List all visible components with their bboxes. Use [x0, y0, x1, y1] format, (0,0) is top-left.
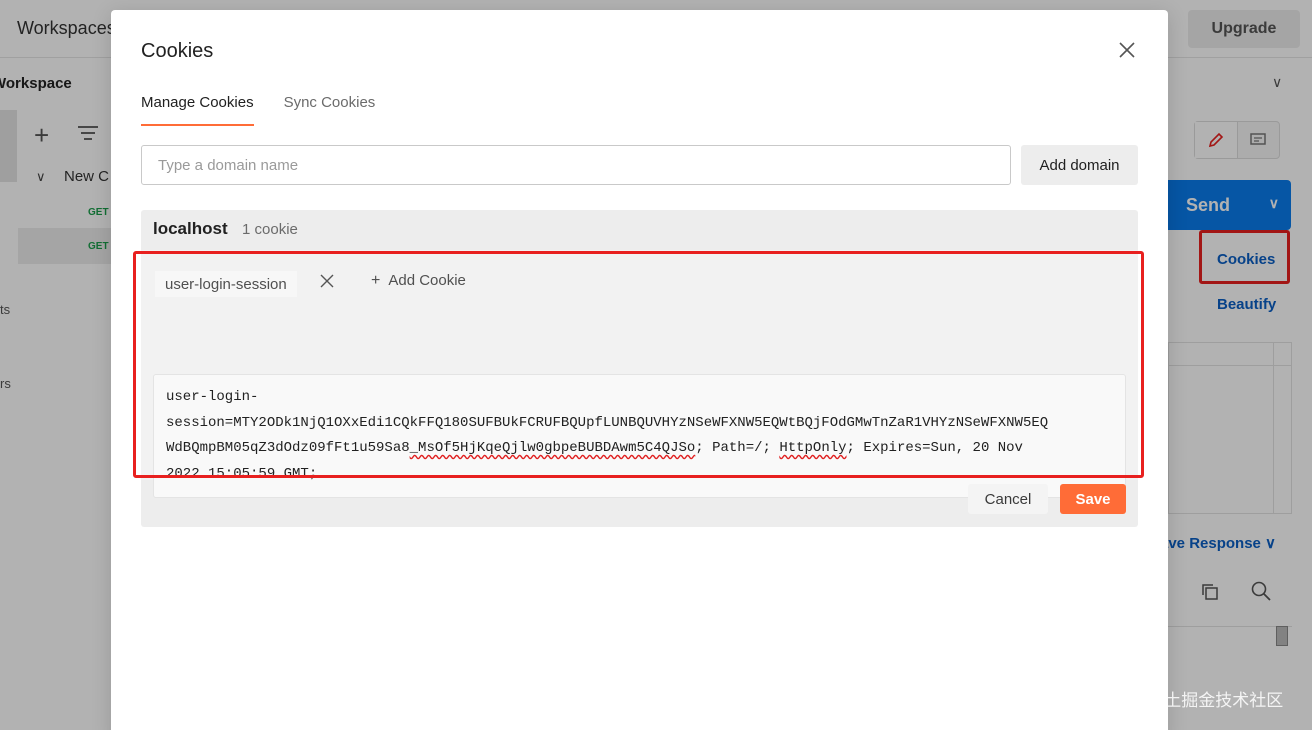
add-domain-button[interactable]: Add domain — [1021, 145, 1138, 185]
watermark: @稀土掘金技术社区 — [1130, 691, 1284, 710]
cookie-text-line: user-login- — [166, 389, 259, 405]
modal-title: Cookies — [141, 40, 214, 62]
cookie-text-segment: ; Path=/; — [695, 440, 780, 456]
close-icon[interactable] — [319, 273, 335, 289]
close-icon[interactable] — [1117, 40, 1137, 60]
save-button[interactable]: Save — [1060, 484, 1126, 514]
spellcheck-segment: HttpOnly — [779, 440, 847, 456]
tab-sync-cookies[interactable]: Sync Cookies — [284, 94, 376, 126]
plus-icon: + — [371, 272, 381, 289]
cookie-chip[interactable]: user-login-session — [155, 271, 297, 297]
cancel-button[interactable]: Cancel — [968, 484, 1048, 514]
add-cookie-button[interactable]: + Add Cookie — [371, 272, 466, 290]
add-cookie-label: Add Cookie — [388, 272, 466, 289]
domain-section: localhost 1 cookie user-login-session + A… — [141, 210, 1138, 527]
cookie-value-editor[interactable]: user-login- session=MTY2ODk1NjQ1OXxEdi1C… — [153, 374, 1126, 498]
domain-name: localhost — [153, 219, 228, 238]
tab-manage-cookies[interactable]: Manage Cookies — [141, 94, 254, 126]
cookie-text-segment: WdBQmpBM05qZ3dOdz09fFt1u59Sa8 — [166, 440, 410, 456]
modal-tabs: Manage Cookies Sync Cookies — [141, 94, 405, 126]
cookie-chip-label: user-login-session — [165, 275, 287, 293]
cookie-count: 1 cookie — [242, 221, 298, 238]
cookie-text-line: session=MTY2ODk1NjQ1OXxEdi1CQkFFQ180SUFB… — [166, 414, 1049, 431]
domain-input[interactable] — [141, 145, 1011, 185]
cookie-editor-area: user-login-session + Add Cookie user-logi… — [141, 250, 1138, 498]
cookies-modal: Cookies Manage Cookies Sync Cookies Add … — [111, 10, 1168, 730]
cookie-text-line: WdBQmpBM05qZ3dOdz09fFt1u59Sa8_MsOf5HjKqe… — [166, 436, 1113, 462]
cookie-text-segment: ; Expires=Sun, 20 Nov — [846, 440, 1023, 456]
spellcheck-segment: _MsOf5HjKqeQjlw0gbpeBUBDAwm5C4QJSo — [409, 440, 696, 456]
